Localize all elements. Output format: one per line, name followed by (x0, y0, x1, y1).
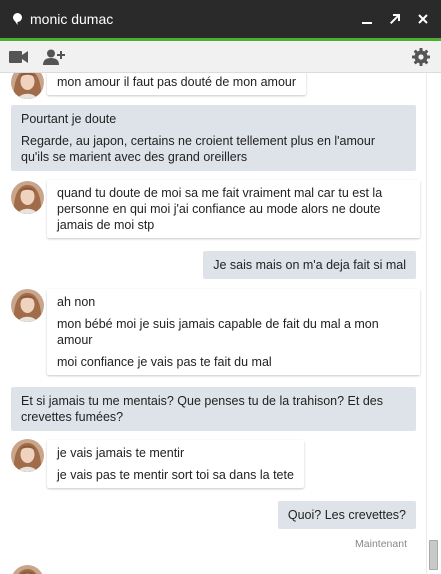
message-text: mon bébé moi je suis jamais capable de f… (57, 317, 379, 347)
message-text: quand tu doute de moi sa me fait vraimen… (57, 186, 383, 232)
popout-arrow-icon (390, 14, 400, 24)
message-text: Pourtant je doute (21, 112, 117, 126)
message-text: moi confiance je vais pas te fait du mal (57, 355, 272, 369)
message-text: je vais pas te mentir sort toi sa dans l… (57, 468, 294, 482)
outgoing-message: Pourtant je doute Regarde, au japon, cer… (11, 105, 416, 171)
close-button[interactable] (409, 0, 437, 38)
contact-avatar (11, 439, 44, 472)
contact-avatar (11, 181, 44, 214)
video-camera-icon (9, 50, 28, 63)
message-text: Regarde, au japon, certains ne croient t… (21, 134, 375, 164)
add-person-icon (43, 49, 65, 65)
avatar-photo (11, 289, 44, 322)
message-text: Je sais mais on m'a deja fait si mal (213, 258, 406, 272)
scrollbar-thumb[interactable] (429, 540, 438, 570)
chat-toolbar (0, 41, 441, 73)
incoming-message: quand tu doute de moi sa me fait vraimen… (47, 180, 420, 238)
message-text: je vais jamais te mentir (57, 446, 185, 460)
avatar-photo (11, 439, 44, 472)
close-icon (418, 14, 428, 24)
contact-avatar (11, 73, 44, 99)
message-list[interactable]: mon amour il faut pas douté de mon amour… (0, 73, 426, 574)
outgoing-message: Quoi? Les crevettes? (277, 501, 416, 529)
contact-avatar (11, 289, 44, 322)
message-timestamp: Maintenant (355, 538, 407, 550)
contact-avatar (11, 565, 44, 574)
outgoing-message: Et si jamais tu me mentais? Que penses t… (11, 387, 416, 431)
contact-name[interactable]: monic dumac (30, 11, 353, 27)
incoming-message: je vais jamais te mentir je vais pas te … (47, 440, 304, 488)
chat-titlebar: monic dumac (0, 0, 441, 38)
incoming-message: ah non mon bébé moi je suis jamais capab… (47, 289, 420, 375)
minimize-button[interactable] (353, 0, 381, 38)
avatar-photo (11, 181, 44, 214)
message-text: ah non (57, 295, 96, 309)
chat-scrollbar[interactable] (426, 73, 441, 574)
incoming-message: mon amour il faut pas douté de mon amour (47, 73, 307, 95)
settings-button[interactable] (401, 41, 441, 73)
popout-button[interactable] (381, 0, 409, 38)
message-text: Et si jamais tu me mentais? Que penses t… (21, 394, 383, 424)
minimize-icon (362, 22, 372, 24)
message-text: mon amour il faut pas douté de mon amour (57, 75, 297, 89)
message-text: Quoi? Les crevettes? (287, 508, 406, 522)
status-pin-icon (13, 13, 22, 25)
video-call-button[interactable] (0, 41, 38, 73)
gear-icon (412, 47, 430, 66)
outgoing-message: Je sais mais on m'a deja fait si mal (203, 251, 416, 279)
add-person-button[interactable] (38, 41, 70, 73)
avatar-photo (11, 565, 44, 574)
avatar-photo (11, 73, 44, 99)
